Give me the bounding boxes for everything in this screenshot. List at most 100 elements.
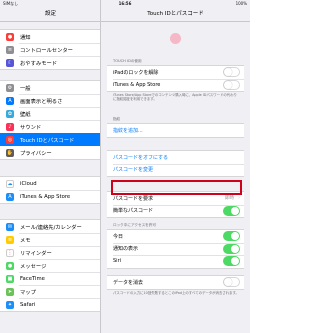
sidebar-item-notes[interactable]: ≡ メモ (0, 233, 100, 246)
sidebar-item-label: サウンド (20, 124, 42, 131)
fingerprint-group: 指紋を追加... (107, 123, 244, 138)
touch-id-use-group: iPadのロックを解除 iTunes & App Store (107, 65, 244, 92)
section-fingerprint-label: 指紋 (113, 117, 121, 121)
sidebar-item-touch-id-passcode[interactable]: ◎ Touch IDとパスコード (0, 133, 100, 146)
detail-title: Touch IDとパスコード (147, 11, 204, 17)
sidebar-item-notifications[interactable]: ● 通知 (0, 30, 100, 43)
sidebar-item-icloud[interactable]: ☁ iCloud (0, 177, 100, 190)
sidebar-item-label: コントロールセンター (20, 47, 73, 54)
today-label: 今日 (113, 233, 124, 240)
require-passcode-label: パスコードを要求 (113, 195, 154, 202)
sidebar-item-display-brightness[interactable]: A 画面表示と明るさ (0, 94, 100, 107)
sidebar-item-label: メモ (20, 237, 31, 244)
sidebar-item-label: メッセージ (20, 263, 47, 270)
touch-indicator-icon (170, 33, 181, 44)
sidebar-item-mail-contacts-calendars[interactable]: ✉ メール/連絡先/カレンダー (0, 220, 100, 233)
sidebar-item-do-not-disturb[interactable]: ☾ おやすみモード (0, 56, 100, 69)
section-allow-access-locked-label: ロック中にアクセスを許可 (113, 223, 156, 227)
reminders-icon: ⋮ (6, 248, 14, 257)
status-bar: SIMなし 16:56 100% (0, 0, 250, 7)
unlock-ipad-row: iPadのロックを解除 (107, 66, 244, 79)
app-store-icon: A (6, 192, 14, 201)
turn-passcode-off-button[interactable]: パスコードをオフにする (107, 151, 244, 164)
sidebar-group-1: ● 通知 ≡ コントロールセンター ☾ おやすみモード (0, 29, 100, 70)
sidebar-item-itunes-app-store[interactable]: A iTunes & App Store (0, 190, 100, 203)
sidebar-item-label: iCloud (20, 180, 37, 187)
itunes-app-store-label: iTunes & App Store (113, 81, 161, 88)
sidebar-item-label: FaceTime (20, 275, 45, 282)
erase-data-footnote: パスコードの入力に10回失敗するとこのiPad上のすべてのデータが消去されます。 (113, 291, 239, 295)
cloud-icon: ☁ (6, 179, 14, 188)
notifications-view-toggle[interactable] (223, 243, 240, 254)
sidebar-item-general[interactable]: ⚙ 一般 (0, 81, 100, 94)
sidebar-item-facetime[interactable]: ■ FaceTime (0, 272, 100, 285)
text-size-icon: A (6, 96, 14, 105)
sidebar-item-label: Safari (20, 301, 36, 308)
simple-passcode-row: 簡単なパスコード (107, 204, 244, 218)
sidebar-item-sounds[interactable]: ♪ サウンド (0, 120, 100, 133)
sidebar-item-messages[interactable]: ● メッセージ (0, 259, 100, 272)
toggles-icon: ≡ (6, 45, 14, 54)
add-fingerprint-button[interactable]: 指紋を追加... (107, 124, 244, 137)
settings-sidebar: 設定 ● 通知 ≡ コントロールセンター ☾ おやすみモード ⚙ 一般 A 画面… (0, 0, 101, 333)
sidebar-group-3: ☁ iCloud A iTunes & App Store (0, 176, 100, 204)
sidebar-item-safari[interactable]: ✦ Safari (0, 298, 100, 311)
today-row: 今日 (107, 230, 244, 243)
settings-screen: 設定 ● 通知 ≡ コントロールセンター ☾ おやすみモード ⚙ 一般 A 画面… (0, 0, 250, 333)
fingerprint-icon: ◎ (6, 135, 14, 144)
require-passcode-group: パスコードを要求 即時 › 簡単なパスコード (107, 191, 244, 218)
erase-data-group: データを消去 (107, 275, 244, 290)
sidebar-item-label: 画面表示と明るさ (20, 98, 63, 105)
compass-icon: ✦ (6, 300, 14, 309)
mail-icon: ✉ (6, 222, 14, 231)
siri-label: Siri (113, 258, 122, 265)
sidebar-item-label: おやすみモード (20, 60, 58, 67)
maps-icon: ➤ (6, 287, 14, 296)
sidebar-item-label: マップ (20, 289, 36, 296)
detail-header-divider (101, 21, 250, 22)
notes-icon: ≡ (6, 235, 14, 244)
unlock-ipad-toggle[interactable] (223, 67, 240, 78)
sidebar-item-label: リマインダー (20, 250, 52, 257)
gear-icon: ⚙ (6, 83, 14, 92)
sidebar-item-label: iTunes & App Store (20, 193, 71, 200)
sidebar-item-label: 壁紙 (20, 111, 31, 118)
touch-id-passcode-detail: Touch IDとパスコード TOUCH IDの使用 iPadのロックを解除 i… (101, 0, 250, 333)
sidebar-item-reminders[interactable]: ⋮ リマインダー (0, 246, 100, 259)
clock-label: 16:56 (118, 1, 132, 6)
bell-icon: ● (6, 32, 14, 41)
sidebar-item-maps[interactable]: ➤ マップ (0, 285, 100, 298)
itunes-app-store-toggle[interactable] (223, 79, 240, 90)
sidebar-title: 設定 (44, 11, 56, 17)
siri-row: Siri (107, 255, 244, 268)
sidebar-item-label: Touch IDとパスコード (20, 137, 75, 144)
change-passcode-button[interactable]: パスコードを変更 (107, 163, 244, 177)
today-toggle[interactable] (223, 231, 240, 242)
sidebar-group-4: ✉ メール/連絡先/カレンダー ≡ メモ ⋮ リマインダー ● メッセージ ■ … (0, 219, 100, 312)
erase-data-row: データを消去 (107, 276, 244, 289)
itunes-app-store-row: iTunes & App Store (107, 78, 244, 92)
messages-icon: ● (6, 261, 14, 270)
section-use-touch-id-label: TOUCH IDの使用 (113, 59, 142, 63)
sidebar-item-control-center[interactable]: ≡ コントロールセンター (0, 43, 100, 56)
notifications-view-label: 通知の表示 (113, 246, 139, 253)
moon-icon: ☾ (6, 58, 14, 67)
flower-icon: ✿ (6, 109, 14, 118)
sidebar-item-label: 通知 (20, 34, 31, 41)
hand-icon: ✋ (6, 148, 14, 157)
sidebar-item-label: 一般 (20, 85, 31, 92)
require-passcode-value: 即時 (225, 196, 234, 202)
highlight-box (111, 180, 242, 195)
sidebar-item-label: プライバシー (20, 150, 52, 157)
facetime-icon: ■ (6, 274, 14, 283)
sidebar-item-wallpaper[interactable]: ✿ 壁紙 (0, 107, 100, 120)
erase-data-label: データを消去 (113, 279, 144, 286)
sidebar-header-divider (0, 21, 100, 22)
erase-data-toggle[interactable] (223, 277, 240, 288)
sidebar-item-privacy[interactable]: ✋ プライバシー (0, 146, 100, 159)
simple-passcode-label: 簡単なパスコード (113, 208, 154, 215)
siri-toggle[interactable] (223, 256, 240, 267)
simple-passcode-toggle[interactable] (223, 205, 240, 216)
touch-id-footnote: iTunes Store/App Storeでのコンテンツ購入時に、Apple … (113, 93, 237, 102)
battery-label: 100% (235, 1, 247, 6)
